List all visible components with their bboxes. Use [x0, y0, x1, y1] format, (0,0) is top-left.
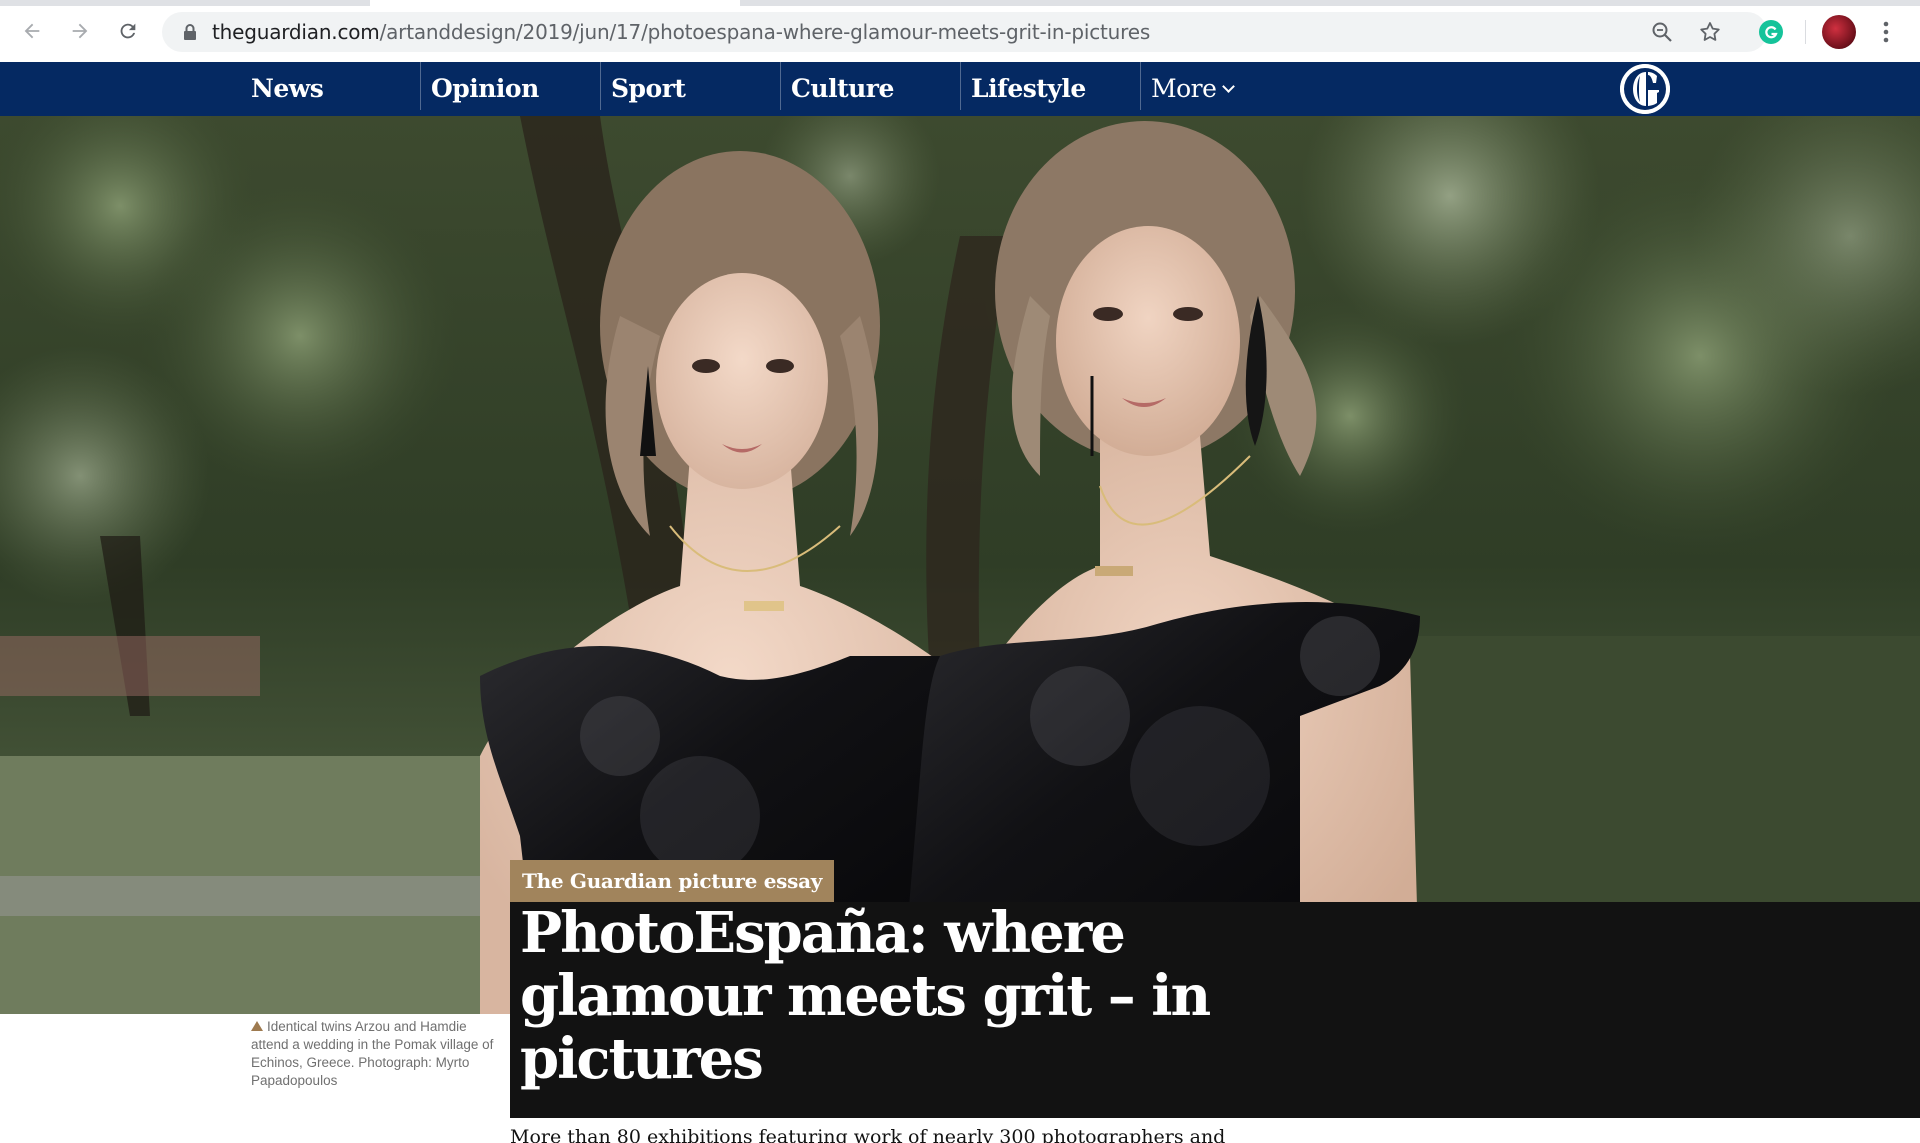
toolbar-divider: [1805, 20, 1806, 44]
grammarly-icon[interactable]: [1758, 19, 1784, 45]
nav-more-button[interactable]: More: [1151, 62, 1236, 116]
menu-icon[interactable]: [1878, 18, 1894, 46]
article-standfirst: More than 80 exhibitions featuring work …: [510, 1126, 1226, 1143]
twins-photo: [0, 116, 1920, 1014]
hero-photo: [0, 116, 1920, 1014]
nav-divider: [600, 62, 601, 110]
nav-divider: [420, 62, 421, 110]
bookmark-star-icon[interactable]: [1698, 20, 1722, 44]
nav-divider: [960, 62, 961, 110]
nav-divider: [1140, 62, 1141, 110]
nav-divider: [780, 62, 781, 110]
back-icon[interactable]: [16, 15, 48, 47]
active-tab[interactable]: [370, 0, 740, 6]
photo-caption: Identical twins Arzou and Hamdie attend …: [251, 1018, 503, 1090]
nav-opinion[interactable]: Opinion: [431, 62, 539, 116]
chevron-down-icon: [1222, 80, 1236, 93]
url-path: /artanddesign/2019/jun/17/photoespana-wh…: [379, 20, 1151, 44]
caption-triangle-icon: [251, 1021, 263, 1031]
forward-icon[interactable]: [64, 15, 96, 47]
address-bar[interactable]: theguardian.com/artanddesign/2019/jun/17…: [162, 12, 1767, 52]
zoom-icon[interactable]: [1650, 20, 1674, 44]
tab-strip: [0, 0, 1920, 6]
article-headline: PhotoEspaña: where glamour meets grit – …: [520, 900, 1211, 1092]
lock-icon[interactable]: [182, 23, 198, 41]
url-host: theguardian.com: [212, 20, 380, 44]
reload-icon[interactable]: [112, 15, 144, 47]
nav-culture[interactable]: Culture: [791, 62, 894, 116]
guardian-logo[interactable]: [1620, 64, 1670, 114]
nav-more-label: More: [1151, 74, 1217, 103]
url-text[interactable]: theguardian.com/artanddesign/2019/jun/17…: [212, 12, 1150, 52]
browser-toolbar: theguardian.com/artanddesign/2019/jun/17…: [0, 0, 1920, 63]
headline-container: PhotoEspaña: where glamour meets grit – …: [510, 902, 1920, 1118]
nav-lifestyle[interactable]: Lifestyle: [971, 62, 1086, 116]
caption-text: Identical twins Arzou and Hamdie attend …: [251, 1019, 494, 1088]
nav-sport[interactable]: Sport: [611, 62, 686, 116]
series-kicker[interactable]: The Guardian picture essay: [510, 860, 835, 902]
nav-news[interactable]: News: [251, 62, 324, 116]
profile-avatar[interactable]: [1822, 15, 1856, 49]
